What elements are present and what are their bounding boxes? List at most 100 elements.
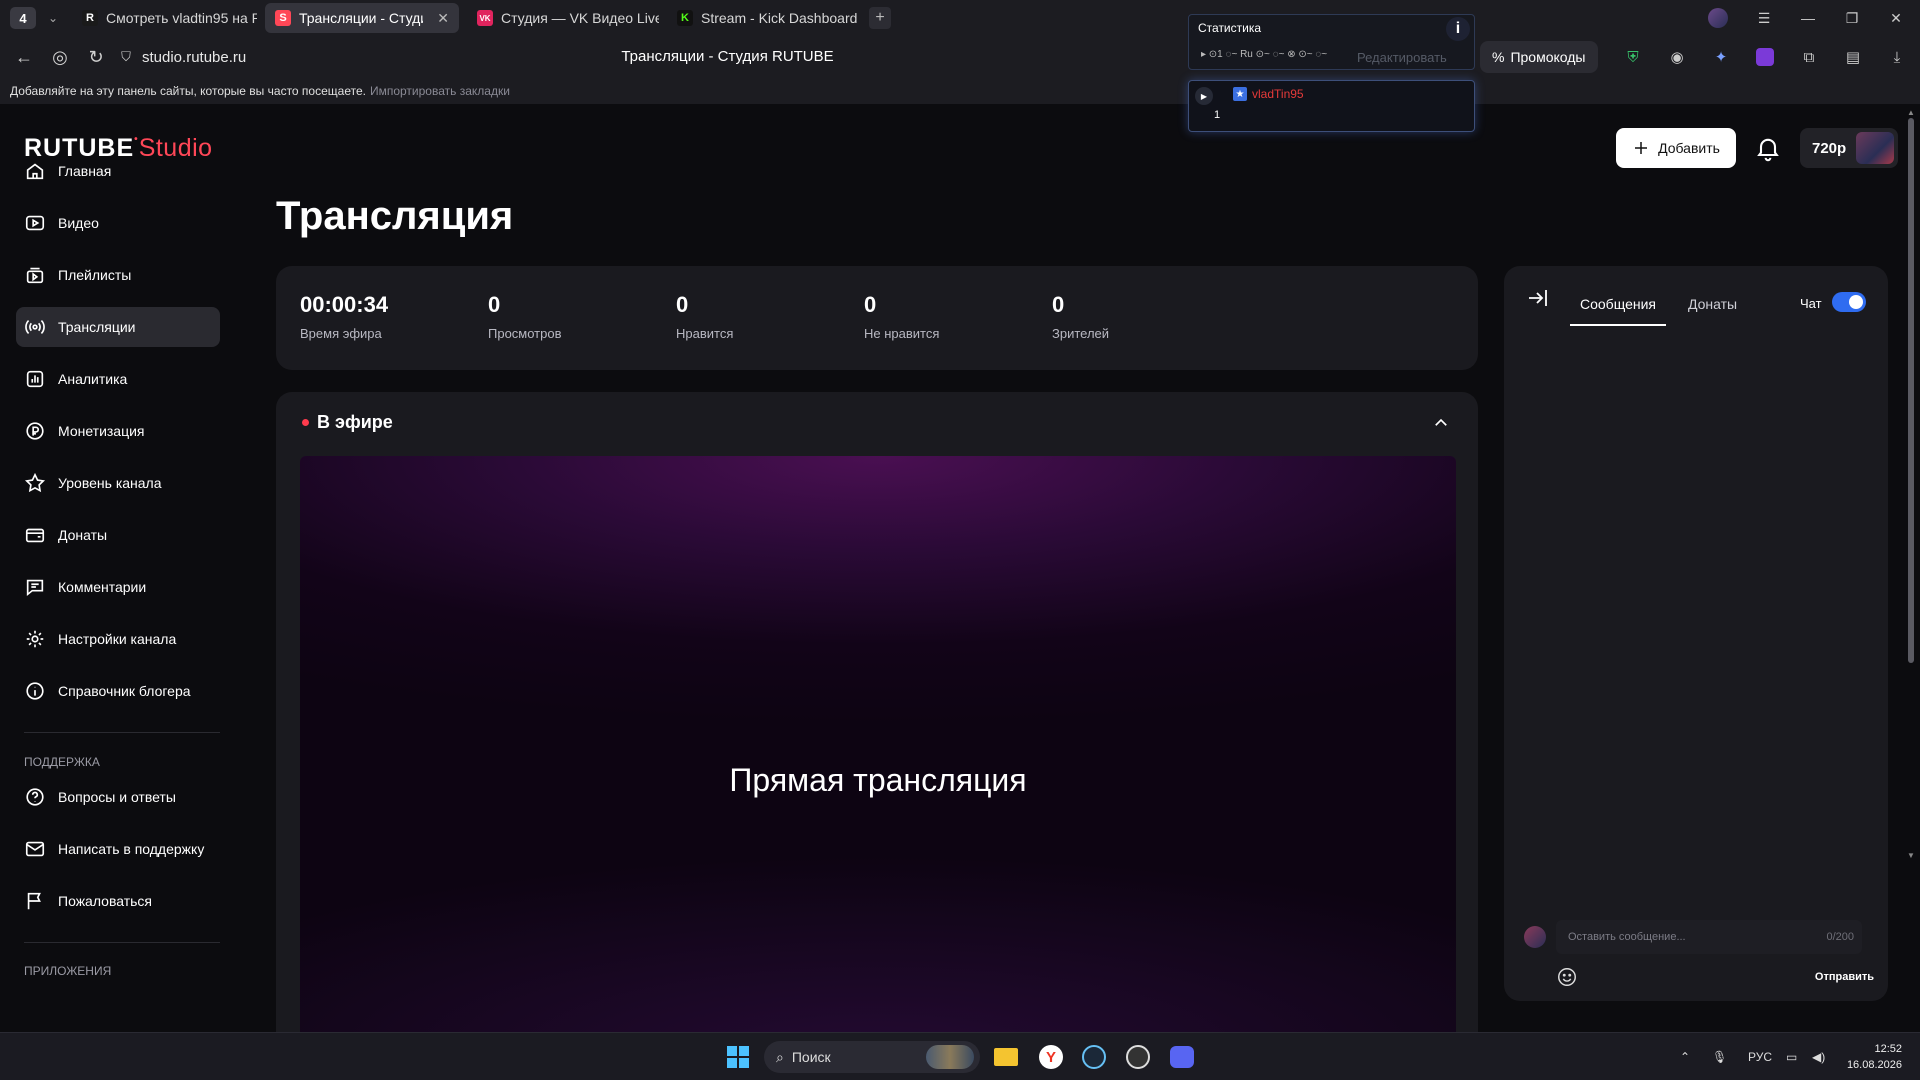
overlay-username: vladTin95 [1252,87,1304,101]
scroll-up-arrow-icon[interactable]: ▲ [1907,108,1915,117]
reading-mode-icon[interactable]: ◎ [42,41,78,73]
browser-tab-vk-live[interactable]: VK Студия — VK Видео Live [467,3,659,33]
tray-chevron-up-icon[interactable]: ⌃ [1680,1033,1690,1080]
sidebar-item-video[interactable]: Видео [16,203,220,243]
sidebar-item-blogger-guide[interactable]: Справочник блогера [16,671,220,711]
quality-label: 720p [1812,139,1847,157]
taskbar-clock[interactable]: 12:52 16.08.2026 [1842,1041,1902,1073]
sidebar-item-broadcasts[interactable]: Трансляции [16,307,220,347]
back-arrow-icon[interactable]: ← [6,41,42,73]
sidebar-item-monetization[interactable]: Монетизация [16,411,220,451]
sidebar-item-report[interactable]: Пожаловаться [16,881,220,921]
tab-close-icon[interactable]: ✕ [437,10,449,27]
sidebar-item-analytics[interactable]: Аналитика [16,359,220,399]
browser-tab-rutube-watch[interactable]: R Смотреть vladtin95 на RU [72,3,257,33]
windows-start-icon[interactable] [722,1042,754,1072]
import-bookmarks-link[interactable]: Импортировать закладки [370,84,510,98]
sidebar-item-faq[interactable]: Вопросы и ответы [16,777,220,817]
file-explorer-icon[interactable] [990,1042,1022,1072]
tab-label: Stream - Kick Dashboard [701,10,858,26]
downloads-icon[interactable]: ⤓ [1884,44,1910,70]
sidebar-item-channel-settings[interactable]: Настройки канала [16,619,220,659]
tab-label: Смотреть vladtin95 на RU [106,10,257,26]
quality-avatar-button[interactable]: 720p [1800,128,1898,168]
tab-list-chevron-icon[interactable]: ⌄ [42,11,64,25]
sidebar-item-label: Пожаловаться [58,893,153,909]
collapse-chevron-up-icon[interactable] [1432,414,1450,432]
stat-value: 0 [488,292,501,317]
purple-extension-icon[interactable] [1752,44,1778,70]
clock-date: 16.08.2026 [1846,1059,1902,1071]
yandex-browser-icon[interactable]: Y [1035,1042,1067,1072]
stat-value: 0 [864,292,877,317]
add-button[interactable]: Добавить [1616,128,1736,168]
stream-stats-overlay: Статистика Редактировать ▸ ⊙1 ◌~ Ru ⊙~ ◌… [1188,14,1475,132]
promo-codes-button[interactable]: % Промокоды [1480,41,1598,73]
windows-logo-icon [727,1046,749,1068]
plus-icon [1635,142,1648,154]
overlay-stats-row: ▸ ⊙1 ◌~ Ru ⊙~ ◌~ ⊗ ⊙~ ◌~ [1201,49,1328,60]
url-field[interactable]: studio.rutube.ru [142,49,246,66]
chat-message-input[interactable] [1556,920,1796,954]
sidebar-item-write-support[interactable]: Написать в поддержку [16,829,220,869]
avatar [1524,926,1546,948]
stat-dislikes: 0 Не нравится [864,292,939,341]
bookmarks-hint: Добавляйте на эту панель сайты, которые … [10,84,366,98]
close-window-icon[interactable]: ✕ [1874,0,1918,36]
sidebar-item-home[interactable]: Главная [16,151,220,191]
flag-icon [27,892,41,910]
extensions-puzzle-icon[interactable]: ⧉ [1796,44,1822,70]
support-heading: ПОДДЕРЖКА [24,755,100,769]
scroll-down-arrow-icon[interactable]: ▼ [1907,851,1915,860]
live-dot-icon [302,419,309,426]
sidebar-item-comments[interactable]: Комментарии [16,567,220,607]
tab-count-button[interactable]: 4 [10,7,36,29]
browser-menu-icon[interactable]: ☰ [1742,0,1786,36]
emoji-smile-icon[interactable] [1556,966,1578,988]
scrollbar-thumb[interactable] [1908,118,1914,663]
send-button[interactable]: Отправить [1815,971,1874,983]
volume-icon[interactable]: ◀) [1812,1033,1825,1080]
site-security-shield-icon[interactable]: ⛉ [114,41,138,73]
info-icon[interactable]: i [1446,17,1470,41]
taskbar-search[interactable]: ⌕ Поиск [764,1041,980,1073]
discord-icon[interactable] [1166,1042,1198,1072]
minimize-icon[interactable]: — [1786,0,1830,36]
tab-donates[interactable]: Донаты [1688,296,1737,312]
reload-icon[interactable]: ↻ [78,41,114,73]
notifications-bell-icon[interactable] [1754,134,1782,162]
rutube-studio-app: RUTUBE•Studio Главная Видео Плейлисты Тр… [0,104,1920,1032]
browser-tab-kick[interactable]: K Stream - Kick Dashboard [667,3,859,33]
lightbulb-extension-icon[interactable]: ◉ [1664,44,1690,70]
stat-likes: 0 Нравится [676,292,733,341]
steam-icon[interactable] [1078,1042,1110,1072]
network-icon[interactable]: ▭ [1786,1033,1797,1080]
home-icon [26,163,44,180]
sidebar-item-label: Вопросы и ответы [58,789,176,805]
sidebar-item-channel-level[interactable]: Уровень канала [16,463,220,503]
question-icon [26,788,44,806]
sidebar-item-donates[interactable]: Донаты [16,515,220,555]
language-indicator[interactable]: РУС [1748,1033,1772,1080]
overlay-edit-link[interactable]: Редактировать [1357,50,1447,65]
tab-messages[interactable]: Сообщения [1570,296,1666,326]
microphone-icon[interactable]: 🎙 [1712,1033,1727,1080]
collections-icon[interactable]: ▤ [1840,44,1866,70]
play-icon[interactable]: ▶ [1195,87,1213,105]
profile-avatar-icon[interactable] [1696,0,1740,36]
restore-icon[interactable]: ❐ [1830,0,1874,36]
sparkle-extension-icon[interactable]: ✦ [1708,44,1734,70]
new-tab-plus-icon[interactable]: + [869,7,891,29]
overlay-stats-panel: Статистика Редактировать ▸ ⊙1 ◌~ Ru ⊙~ ◌… [1188,14,1475,70]
collapse-chat-arrow-icon[interactable] [1526,286,1550,310]
user-badge-star-icon: ★ [1233,87,1247,101]
page-scrollbar[interactable]: ▲ ▼ [1906,108,1916,860]
sidebar-item-playlists[interactable]: Плейлисты [16,255,220,295]
chat-toggle-switch[interactable] [1832,292,1866,312]
stat-value: 0 [1052,292,1065,317]
browser-tab-rutube-studio[interactable]: S Трансляции - Студия R ✕ [265,3,459,33]
chat-message-field[interactable]: 0/200 [1556,920,1862,954]
obs-icon[interactable] [1122,1042,1154,1072]
shield-extension-icon[interactable]: ⛨ [1620,44,1646,70]
live-video-player[interactable]: Прямая трансляция [300,456,1456,1032]
